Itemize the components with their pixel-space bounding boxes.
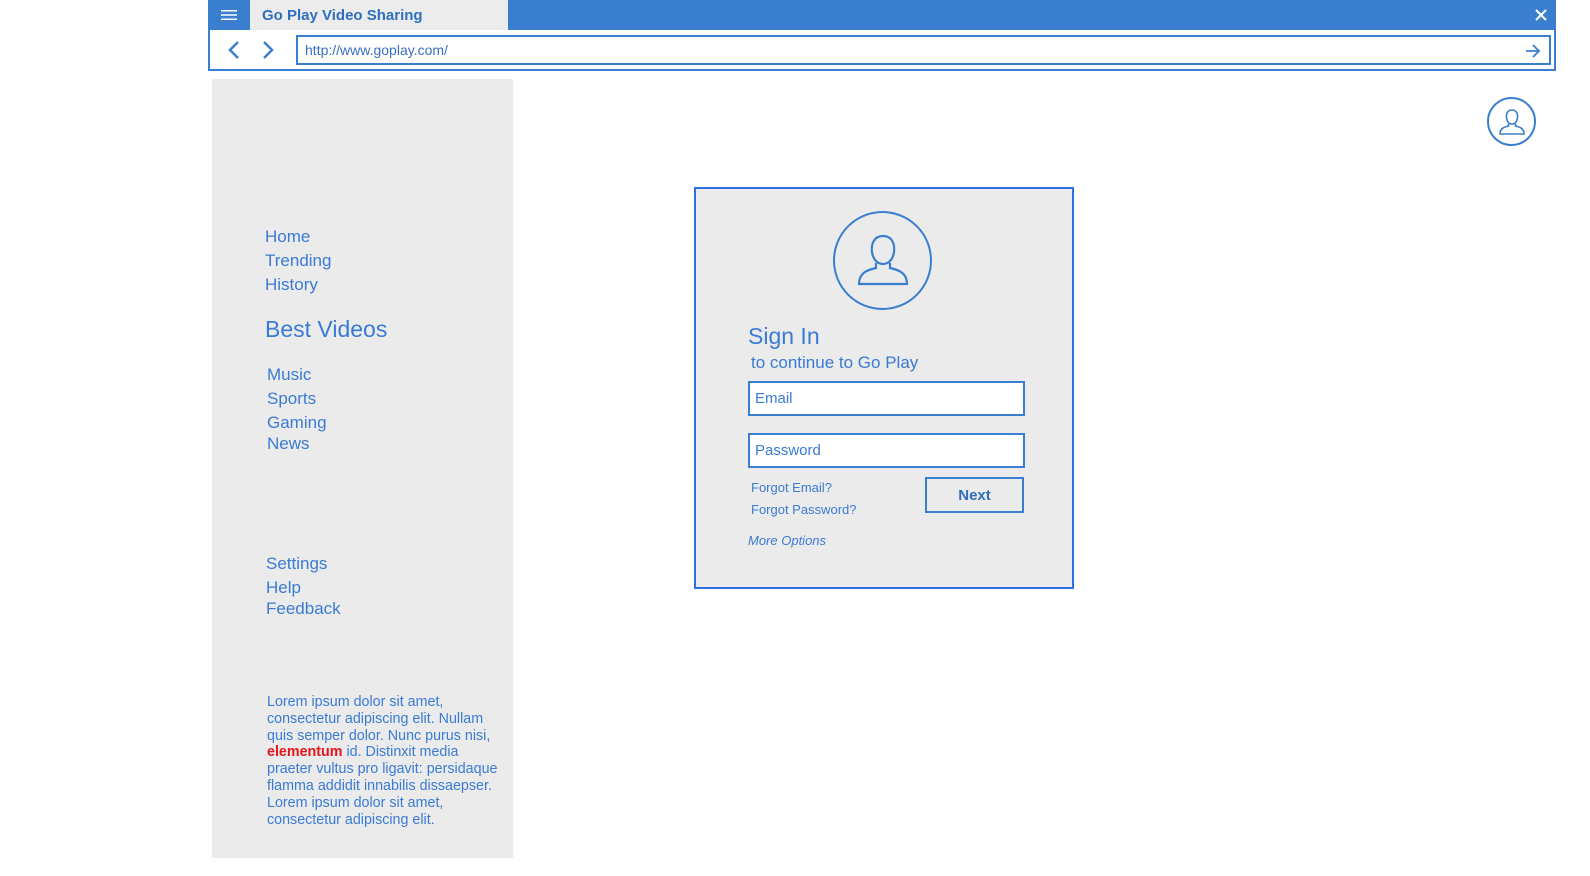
sidebar: Home Trending History Best Videos Music …	[212, 79, 513, 858]
lorem-highlight: elementum	[267, 744, 343, 761]
sidebar-description: Lorem ipsum dolor sit amet, consectetur …	[267, 694, 507, 828]
sidebar-item-gaming[interactable]: Gaming	[267, 413, 327, 433]
browser-window: Go Play Video Sharing http://www.goplay.…	[208, 0, 1556, 71]
sidebar-item-settings[interactable]: Settings	[266, 554, 327, 574]
email-field[interactable]	[748, 381, 1025, 416]
email-input[interactable]	[750, 383, 1023, 414]
chevron-right-icon	[263, 41, 274, 59]
close-icon	[1535, 9, 1547, 21]
chevron-left-icon	[228, 41, 239, 59]
signin-title: Sign In	[748, 323, 820, 349]
signin-avatar	[833, 211, 932, 310]
sidebar-item-news[interactable]: News	[267, 434, 310, 454]
signin-subtitle: to continue to Go Play	[751, 353, 919, 372]
hamburger-icon	[221, 10, 237, 20]
go-button[interactable]	[1523, 41, 1543, 61]
sidebar-item-home[interactable]: Home	[265, 227, 310, 247]
browser-tab[interactable]: Go Play Video Sharing	[250, 0, 508, 30]
sidebar-item-feedback[interactable]: Feedback	[266, 599, 341, 619]
address-bar[interactable]: http://www.goplay.com/	[296, 35, 1551, 65]
url-text: http://www.goplay.com/	[305, 42, 448, 58]
sidebar-item-help[interactable]: Help	[266, 578, 301, 598]
account-button[interactable]	[1487, 97, 1536, 146]
menu-button[interactable]	[208, 0, 250, 30]
sidebar-item-trending[interactable]: Trending	[265, 251, 331, 271]
sidebar-item-history[interactable]: History	[265, 275, 318, 295]
user-avatar-icon	[857, 234, 908, 285]
password-field[interactable]	[748, 433, 1025, 468]
lorem-text-start: Lorem ipsum dolor sit amet, consectetur …	[267, 694, 491, 744]
tab-title: Go Play Video Sharing	[262, 6, 423, 24]
sidebar-item-sports[interactable]: Sports	[267, 389, 316, 409]
signin-card: Sign In to continue to Go Play Forgot Em…	[694, 187, 1074, 589]
user-avatar-icon	[1498, 108, 1525, 135]
more-options-link[interactable]: More Options	[748, 533, 826, 548]
password-input[interactable]	[750, 435, 1023, 466]
forgot-email-link[interactable]: Forgot Email?	[751, 480, 832, 495]
section-heading-best-videos: Best Videos	[265, 316, 388, 342]
sidebar-item-music[interactable]: Music	[267, 365, 311, 385]
back-button[interactable]	[222, 38, 246, 62]
arrow-right-icon	[1526, 44, 1541, 58]
forward-button[interactable]	[256, 38, 280, 62]
forgot-password-link[interactable]: Forgot Password?	[751, 502, 857, 517]
next-button[interactable]: Next	[925, 477, 1024, 513]
close-button[interactable]	[1530, 4, 1552, 26]
title-bar: Go Play Video Sharing	[208, 0, 1556, 30]
